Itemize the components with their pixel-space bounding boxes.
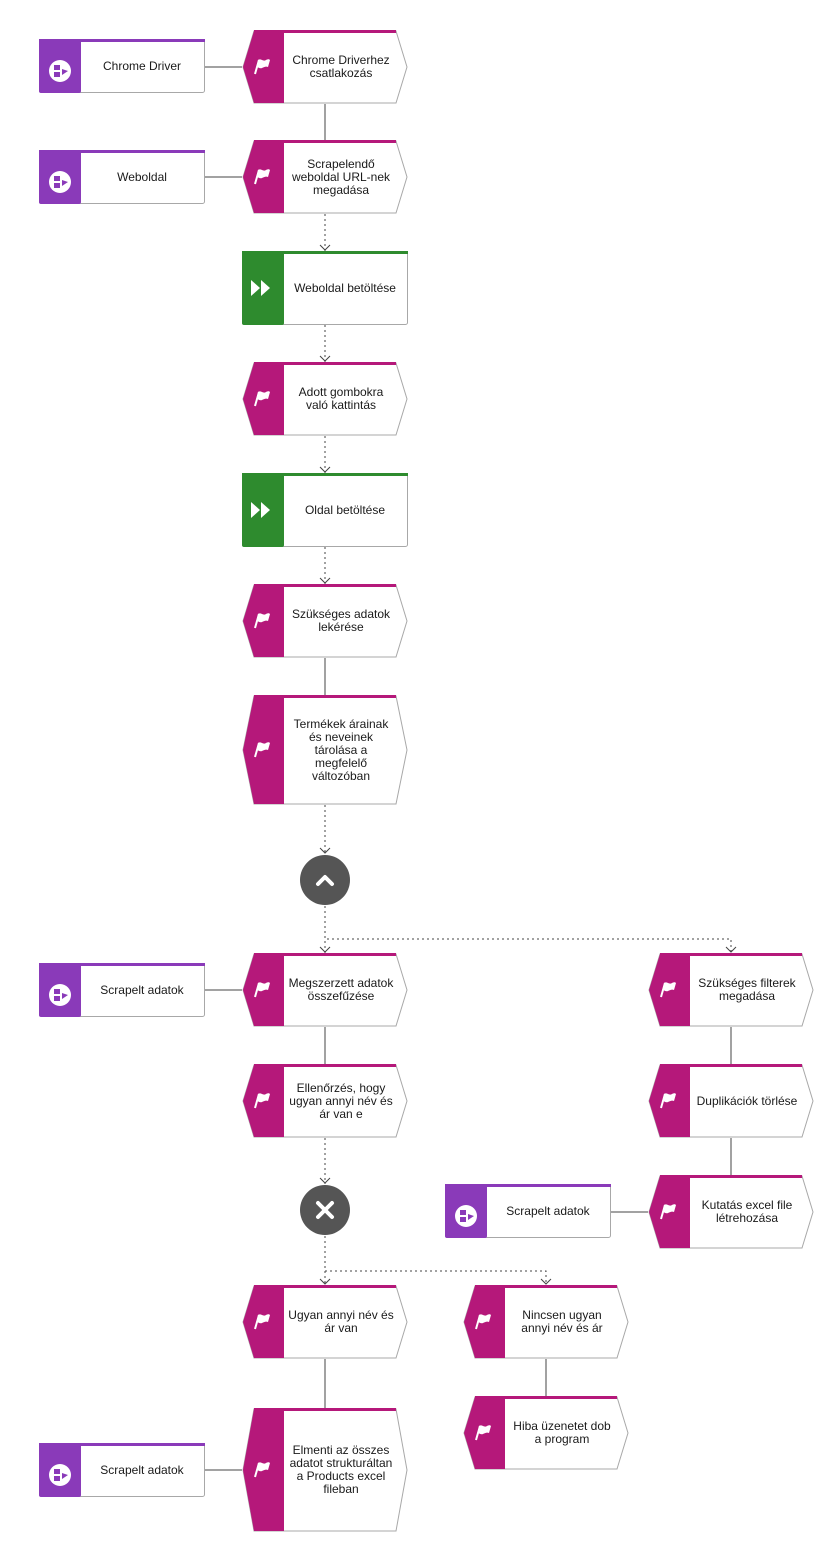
flag-icon: [660, 1204, 676, 1220]
flag-icon: [254, 169, 270, 185]
flow-connector: [324, 906, 732, 953]
arrowhead: [319, 1177, 331, 1184]
flag-icon: [254, 391, 270, 407]
node-label: Ellenőrzés, hogy ugyan annyi név és ár v…: [289, 1080, 393, 1121]
arrowhead: [319, 466, 331, 473]
flag-icon: [660, 982, 676, 998]
arrowhead: [319, 1278, 331, 1285]
system-box: Scrapelt adatok: [39, 1443, 205, 1497]
flag-icon: [254, 742, 270, 758]
fast-forward-icon: [251, 280, 270, 296]
fast-forward-icon: [251, 502, 270, 518]
node-label: Ugyan annyi név és ár van: [288, 1308, 394, 1335]
node-label: Duplikációk törlése: [696, 1093, 798, 1108]
flag-icon: [254, 613, 270, 629]
node-label: Scrapelt adatok: [100, 982, 184, 997]
arrowhead: [319, 355, 331, 362]
function-box: Ugyan annyi név és ár van: [242, 1285, 408, 1359]
node-label: Chrome Driverhez csatlakozás: [292, 53, 390, 80]
node-label: Scrapelt adatok: [506, 1203, 590, 1218]
function-box: Termékek árainak és neveinek tárolása a …: [242, 695, 408, 805]
flag-icon: [254, 1462, 270, 1478]
flag-icon: [475, 1314, 491, 1330]
flag-icon: [254, 59, 270, 75]
arrowhead: [319, 244, 331, 251]
node-label: Kutatás excel file létrehozása: [701, 1198, 793, 1225]
function-box: Nincsen ugyan annyi név és ár: [463, 1285, 629, 1359]
node-label: Weboldal betöltése: [294, 280, 396, 295]
system-box: Weboldal: [39, 150, 205, 204]
function-box: Hiba üzenetet dob a program: [463, 1396, 629, 1470]
node-label: Chrome Driver: [102, 58, 181, 73]
function-box: Ellenőrzés, hogy ugyan annyi név és ár v…: [242, 1064, 408, 1138]
application-system-icon: [49, 984, 71, 1006]
system-box: Chrome Driver: [39, 39, 205, 93]
node-label: Termékek árainak és neveinek tárolása a …: [293, 716, 389, 783]
node-label: Weboldal: [117, 169, 167, 184]
node-label: Scrapelt adatok: [100, 1462, 184, 1477]
node-label: Hiba üzenetet dob a program: [513, 1419, 611, 1446]
function-box: Elmenti az összes adatot strukturáltan a…: [242, 1408, 408, 1532]
arrowhead: [319, 577, 331, 584]
arrowhead: [319, 946, 331, 953]
connector-layer: [205, 66, 737, 1471]
application-system-icon: [49, 60, 71, 82]
event-box: Oldal betöltése: [242, 473, 408, 547]
function-box: Duplikációk törlése: [648, 1064, 814, 1138]
node-label: Szükséges filterek megadása: [698, 976, 796, 1003]
system-box: Scrapelt adatok: [445, 1184, 611, 1238]
flag-icon: [475, 1425, 491, 1441]
flag-icon: [254, 982, 270, 998]
function-box: Szükséges adatok lekérése: [242, 584, 408, 658]
arrowhead: [319, 847, 331, 854]
function-box: Szükséges filterek megadása: [648, 953, 814, 1027]
function-box: Adott gombokra való kattintás: [242, 362, 408, 436]
node-label: Nincsen ugyan annyi név és ár: [521, 1308, 603, 1335]
flag-icon: [254, 1093, 270, 1109]
system-box: Scrapelt adatok: [39, 963, 205, 1017]
flag-icon: [254, 1314, 270, 1330]
function-box: Kutatás excel file létrehozása: [648, 1175, 814, 1249]
gateway-node: [299, 1184, 351, 1236]
node-label: Scrapelendő weboldal URL-nek megadása: [291, 156, 391, 197]
function-box: Chrome Driverhez csatlakozás: [242, 30, 408, 104]
node-label: Megszerzett adatok összefűzése: [288, 976, 394, 1003]
arrowhead: [725, 946, 737, 953]
arrowhead: [540, 1278, 552, 1285]
close-icon: [300, 1185, 350, 1235]
function-box: Megszerzett adatok összefűzése: [242, 953, 408, 1027]
event-box: Weboldal betöltése: [242, 251, 408, 325]
node-label: Elmenti az összes adatot strukturáltan a…: [289, 1443, 393, 1496]
process-diagram: Chrome Driver Chrome Driverhez csatlakozá…: [0, 0, 826, 1542]
application-system-icon: [455, 1205, 477, 1227]
flag-icon: [660, 1093, 676, 1109]
chevron-up-icon: [300, 855, 350, 905]
gateway-node: [299, 854, 351, 906]
function-box: Scrapelendő weboldal URL-nek megadása: [242, 140, 408, 214]
node-label: Adott gombokra való kattintás: [298, 385, 384, 412]
node-label: Oldal betöltése: [304, 502, 386, 517]
node-label: Szükséges adatok lekérése: [291, 607, 391, 634]
application-system-icon: [49, 1464, 71, 1486]
flow-connector: [324, 1236, 547, 1285]
application-system-icon: [49, 171, 71, 193]
